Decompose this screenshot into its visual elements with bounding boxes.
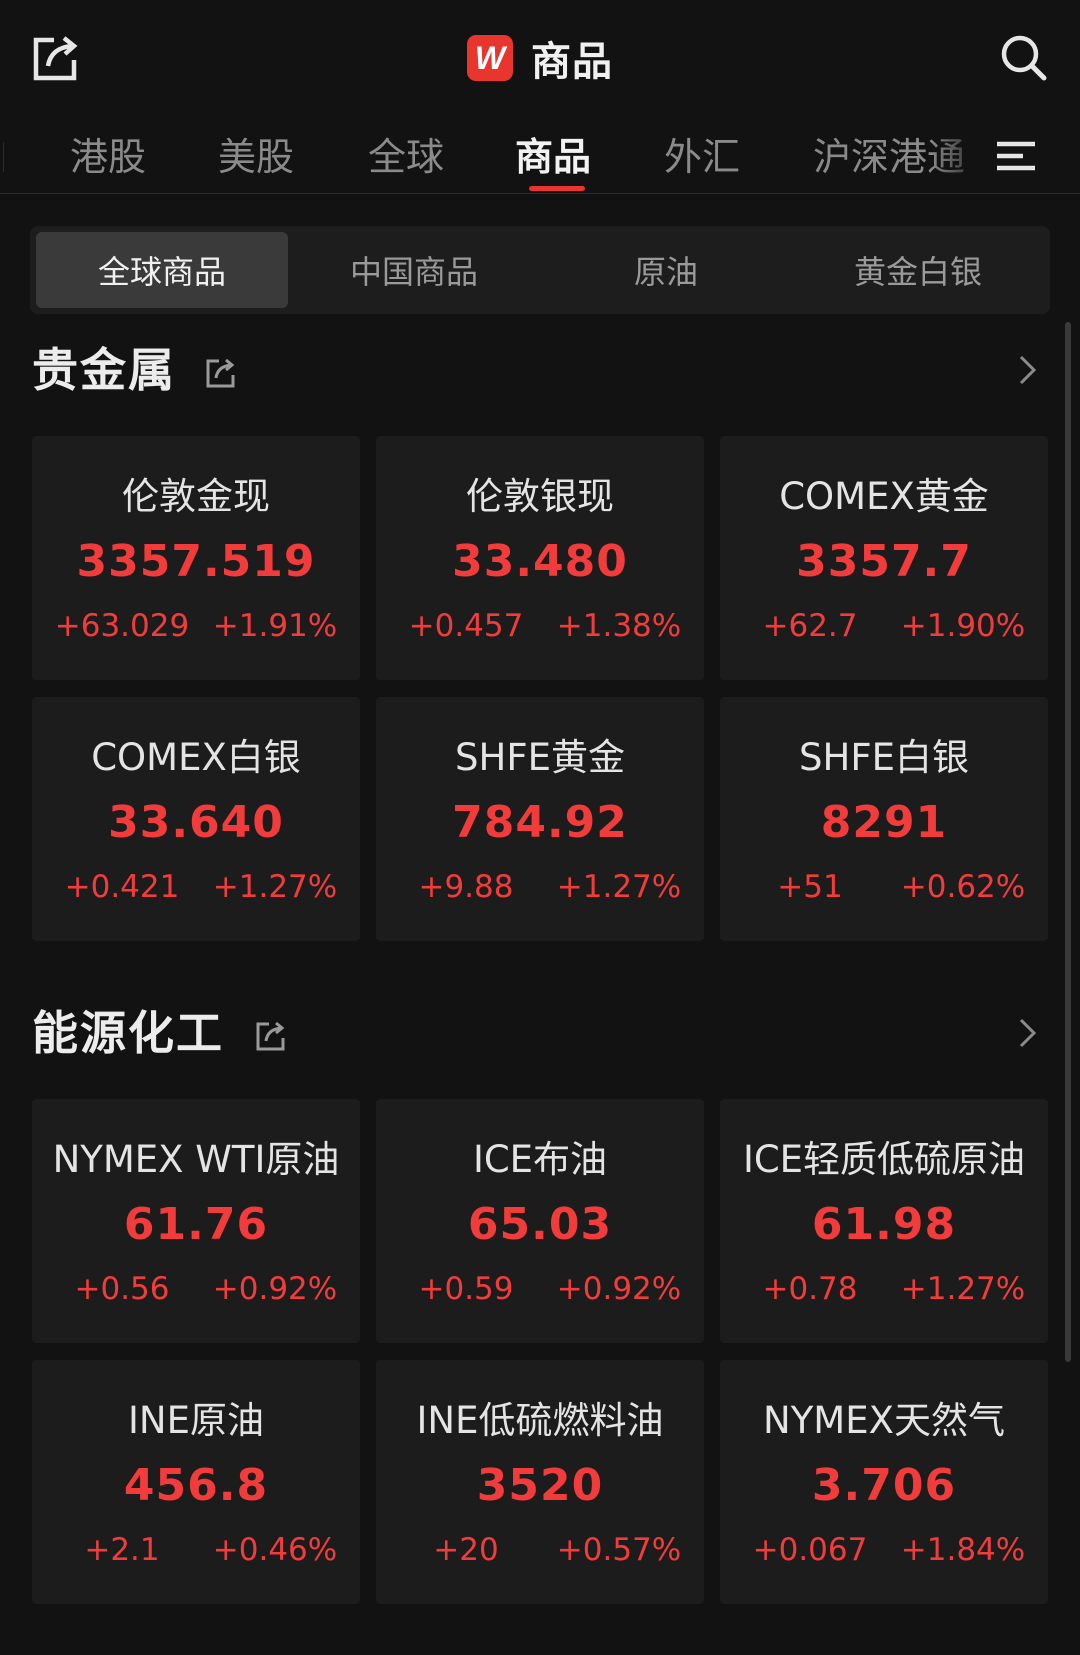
card-price: 3357.7 [796, 536, 972, 587]
card-change-pct: +1.90% [900, 608, 1026, 644]
card-name: ICE布油 [472, 1138, 608, 1181]
segment-crude-oil[interactable]: 原油 [540, 232, 792, 308]
card-change-pct: +0.92% [212, 1271, 338, 1307]
card-change: +0.421 [64, 869, 180, 905]
card-name: NYMEX WTI原油 [52, 1138, 340, 1181]
card-change-pct: +0.92% [556, 1271, 682, 1307]
chevron-right-icon[interactable] [1016, 1015, 1040, 1051]
card-price: 8291 [820, 797, 948, 848]
card-name: NYMEX天然气 [763, 1399, 1005, 1442]
card-change: +0.78 [762, 1271, 858, 1307]
card-price: 61.98 [811, 1199, 957, 1250]
active-tab-indicator [529, 186, 585, 191]
card-price: 456.8 [123, 1460, 269, 1511]
quote-card[interactable]: COMEX黄金 3357.7 +62.7 +1.90% [720, 436, 1048, 680]
card-change: +20 [433, 1532, 499, 1568]
quote-card[interactable]: COMEX白银 33.640 +0.421 +1.27% [32, 697, 360, 941]
card-change-pct: +0.62% [900, 869, 1026, 905]
page-title: 商品 [531, 39, 613, 85]
card-price: 784.92 [452, 797, 628, 848]
tab-forex[interactable]: 外汇 [664, 126, 740, 181]
app-title: W 商品 [0, 30, 1080, 86]
segment-gold-silver[interactable]: 黄金白银 [792, 232, 1044, 308]
quote-card[interactable]: 伦敦金现 3357.519 +63.029 +1.91% [32, 436, 360, 680]
card-change: +62.7 [762, 608, 858, 644]
card-name: COMEX白银 [91, 736, 301, 779]
tab-us[interactable]: 美股 [218, 126, 294, 181]
card-name: SHFE黄金 [455, 736, 625, 779]
card-name: COMEX黄金 [779, 475, 989, 518]
quote-card[interactable]: 伦敦银现 33.480 +0.457 +1.38% [376, 436, 704, 680]
card-price: 3357.519 [76, 536, 316, 587]
card-change-pct: +0.46% [212, 1532, 338, 1568]
card-change-pct: +1.38% [556, 608, 682, 644]
quote-card[interactable]: NYMEX天然气 3.706 +0.067 +1.84% [720, 1360, 1048, 1604]
card-change: +9.88 [418, 869, 514, 905]
commodity-segment-control: 全球商品 中国商品 原油 黄金白银 [30, 226, 1050, 314]
card-change: +2.1 [84, 1532, 160, 1568]
card-price: 33.640 [108, 797, 284, 848]
card-change-pct: +1.27% [900, 1271, 1026, 1307]
tab-overflow-left: | [0, 138, 4, 174]
card-name: ICE轻质低硫原油 [742, 1138, 1026, 1181]
card-change-pct: +1.84% [900, 1532, 1026, 1568]
quote-card[interactable]: NYMEX WTI原油 61.76 +0.56 +0.92% [32, 1099, 360, 1343]
card-change-pct: +0.57% [556, 1532, 682, 1568]
app-logo: W [467, 35, 513, 81]
section-title: 贵金属 [32, 343, 176, 397]
section-share-icon[interactable] [204, 356, 238, 390]
search-icon[interactable] [998, 32, 1050, 84]
market-tabs: | 港股 美股 全球 商品 外汇 沪深港通 [0, 118, 1080, 194]
tab-fade [930, 118, 990, 188]
card-price: 3.706 [811, 1460, 957, 1511]
card-price: 61.76 [123, 1199, 269, 1250]
tab-hk[interactable]: 港股 [70, 126, 146, 181]
quote-card[interactable]: ICE布油 65.03 +0.59 +0.92% [376, 1099, 704, 1343]
top-bar: W 商品 [0, 0, 1080, 118]
card-change-pct: +1.91% [212, 608, 338, 644]
section-header-energy-chemicals[interactable]: 能源化工 [0, 997, 1080, 1067]
segment-china-commodity[interactable]: 中国商品 [288, 232, 540, 308]
scrollbar[interactable] [1065, 322, 1071, 1362]
tab-global[interactable]: 全球 [368, 126, 444, 181]
card-name: 伦敦银现 [466, 475, 614, 518]
section-title: 能源化工 [32, 1006, 224, 1060]
card-change: +0.067 [752, 1532, 868, 1568]
quote-card[interactable]: SHFE白银 8291 +51 +0.62% [720, 697, 1048, 941]
tab-commodity[interactable]: 商品 [515, 126, 591, 181]
card-change-pct: +1.27% [212, 869, 338, 905]
card-name: SHFE白银 [799, 736, 969, 779]
quote-card[interactable]: INE原油 456.8 +2.1 +0.46% [32, 1360, 360, 1604]
card-name: INE原油 [128, 1399, 264, 1442]
card-change: +0.457 [408, 608, 524, 644]
chevron-right-icon[interactable] [1016, 352, 1040, 388]
section-share-icon[interactable] [254, 1019, 288, 1053]
card-price: 65.03 [467, 1199, 613, 1250]
quote-card[interactable]: INE低硫燃料油 3520 +20 +0.57% [376, 1360, 704, 1604]
card-change: +51 [777, 869, 843, 905]
quote-card[interactable]: SHFE黄金 784.92 +9.88 +1.27% [376, 697, 704, 941]
card-change: +63.029 [54, 608, 190, 644]
card-name: INE低硫燃料油 [416, 1399, 664, 1442]
quote-card[interactable]: ICE轻质低硫原油 61.98 +0.78 +1.27% [720, 1099, 1048, 1343]
segment-global-commodity[interactable]: 全球商品 [36, 232, 288, 308]
section-header-precious-metals[interactable]: 贵金属 [0, 334, 1080, 404]
card-price: 33.480 [452, 536, 628, 587]
card-name: 伦敦金现 [122, 475, 270, 518]
menu-icon[interactable] [995, 136, 1037, 176]
card-price: 3520 [476, 1460, 604, 1511]
card-change: +0.59 [418, 1271, 514, 1307]
card-change-pct: +1.27% [556, 869, 682, 905]
card-change: +0.56 [74, 1271, 170, 1307]
